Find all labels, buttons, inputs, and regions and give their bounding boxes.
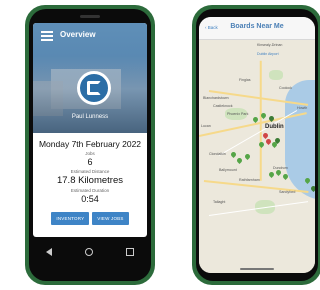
distance-value: 17.8 Kilometres [56,175,123,186]
road [260,60,262,181]
place-label: Dundrum [273,166,288,170]
jobs-label: Jobs [85,151,95,156]
place-label: Castleknock [213,104,233,108]
jobs-value: 6 [87,157,93,167]
action-buttons: INVENTORY VIEW JOBS [33,212,147,225]
place-label: Tallaght [213,200,226,204]
board-pin[interactable] [229,150,238,159]
current-date: Monday 7th February 2022 [38,139,142,149]
overview-screen: Overview Paul Lunness Monday 7th Februar… [33,23,147,237]
place-label: Phoenix Park [227,112,249,116]
place-label: Howth [297,106,308,110]
place-label: Clondalkin [209,152,226,156]
page-title: Overview [60,30,96,39]
map-top-bar: ‹ Back Boards Near Me [199,17,315,40]
place-label: Lucan [201,124,211,128]
place-label: Dublin Airport [257,52,279,56]
phone-overview: Overview Paul Lunness Monday 7th Februar… [25,5,155,285]
board-pin[interactable] [267,170,276,179]
distance-label: Estimated Distance [70,169,110,174]
city-label: Dublin [265,124,284,130]
place-label: Ballymount [219,168,237,172]
logo-mark-icon [87,81,101,95]
menu-icon[interactable] [41,31,53,41]
user-name: Paul Lunness [71,114,109,120]
phone-bezel: Overview Paul Lunness Monday 7th Februar… [29,9,151,281]
phone-map: ‹ Back Boards Near Me Kinsealy-Drinan Du… [192,5,320,285]
board-pin[interactable] [274,168,283,177]
duration-value: 0:54 [81,194,99,204]
place-label: Blanchardstown [203,96,229,100]
place-label: Rathfarnham [239,178,260,182]
android-nav-bar [29,237,151,267]
park-area [269,70,283,80]
nav-recents-icon[interactable] [126,248,135,256]
company-logo [77,71,111,105]
board-pin[interactable] [243,152,252,161]
place-label: Kinsealy-Drinan [257,43,283,47]
inventory-button[interactable]: INVENTORY [51,212,90,225]
overview-header: Overview Paul Lunness [33,23,147,133]
map-view[interactable]: Kinsealy-Drinan Dublin Airport Finglas C… [199,40,315,273]
place-label: Finglas [239,78,251,82]
place-label: Coolock [279,86,292,90]
nav-back-icon[interactable] [45,248,52,256]
home-indicator [240,268,274,270]
board-pin[interactable] [235,156,244,165]
view-jobs-button[interactable]: VIEW JOBS [92,212,129,225]
dublin-bay [285,80,315,200]
duration-label: Estimated Duration [70,188,110,193]
phone-bezel: ‹ Back Boards Near Me Kinsealy-Drinan Du… [196,9,318,281]
overview-body: Monday 7th February 2022 Jobs 6 Estimate… [33,139,147,225]
nav-home-icon[interactable] [84,248,93,256]
map-screen: ‹ Back Boards Near Me Kinsealy-Drinan Du… [199,17,315,273]
board-pin[interactable] [257,140,266,149]
place-label: Sandyford [279,190,296,194]
speaker [80,15,100,18]
map-title: Boards Near Me [230,23,284,30]
